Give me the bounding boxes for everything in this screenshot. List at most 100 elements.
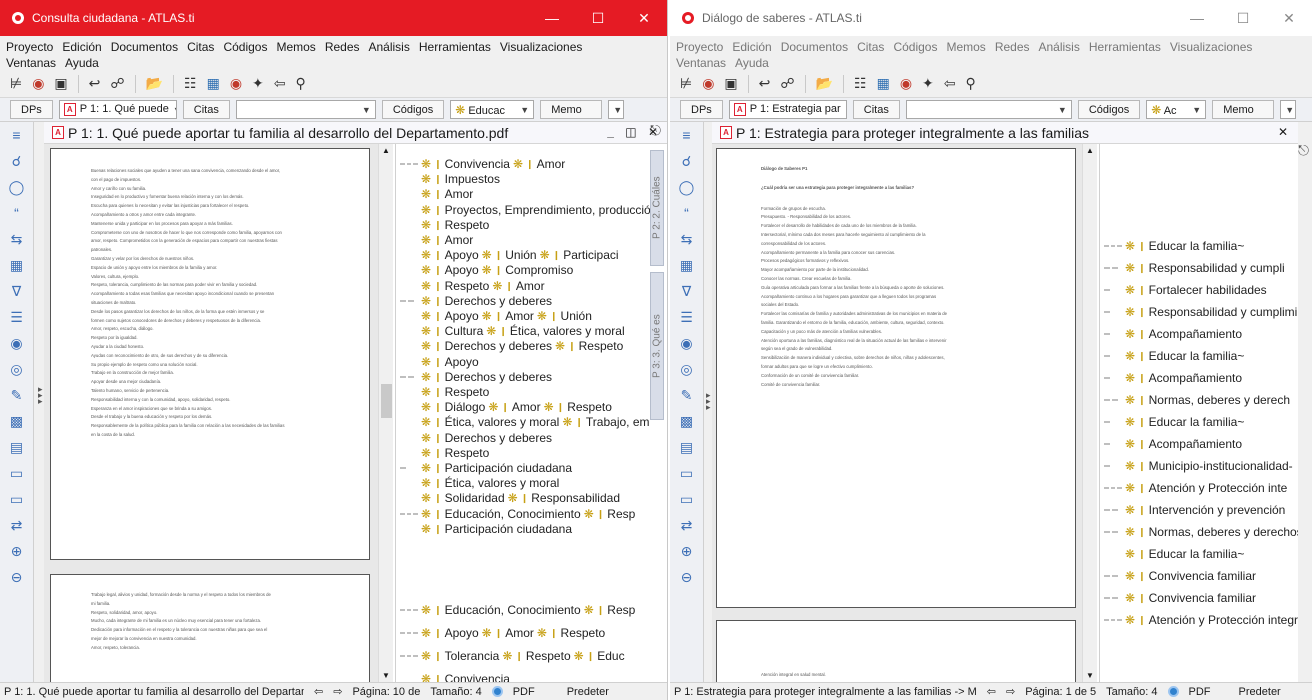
menu-analisis[interactable]: Análisis [1039,40,1080,54]
code-label[interactable]: Amor [537,158,566,170]
close-icon[interactable]: ✕ [1266,0,1312,36]
nav-back-icon[interactable]: ⇦ [987,685,996,698]
quote-icon[interactable]: “ [0,200,33,226]
document-selector[interactable]: AP 1: Estrategia par ▼ [728,100,847,119]
open-folder-icon[interactable]: 📂 [816,75,833,92]
title-bar[interactable]: Consulta ciudadana - ATLAS.ti — ☐ ✕ [0,0,667,36]
hierarchy-icon[interactable]: ▦ [670,252,703,278]
vertical-scrollbar[interactable]: ▲ ▼ [1082,144,1097,682]
code-label[interactable]: Apoyo [445,627,479,639]
link-icon[interactable]: ⇆ [0,226,33,252]
code-margin-row[interactable]: ❋ ❙ Derechos y deberes [400,432,552,444]
menu-proyecto[interactable]: Proyecto [676,40,723,54]
maximize-icon[interactable]: ☐ [1220,0,1266,36]
code-label[interactable]: Respeto [445,280,490,292]
maximize-icon[interactable]: ☐ [575,0,621,36]
zoom-in-icon[interactable]: ⊕ [0,538,33,564]
code-label[interactable]: Acompañamiento [1149,328,1242,340]
menu-analisis[interactable]: Análisis [369,40,410,54]
code-label[interactable]: Compromiso [505,264,573,276]
target-icon[interactable]: ◎ [0,356,33,382]
document-tab-p3[interactable]: P 3: 3. Qué es [650,272,664,420]
code-label[interactable]: Acompañamiento [1149,372,1242,384]
zoom-in-icon[interactable]: ⊕ [670,538,703,564]
filter-icon[interactable]: ∇ [670,278,703,304]
comment-icon[interactable]: ◯ [670,174,703,200]
dps-button[interactable]: DPs [10,100,53,119]
import-icon[interactable]: ↩ [759,75,771,92]
code-margin-row[interactable]: ❋ ❙ Intervención y prevención [1104,504,1285,516]
citas-button[interactable]: Citas [182,100,230,119]
code-list-icon[interactable]: ☰ [0,304,33,330]
pen-icon[interactable]: ✎ [0,382,33,408]
quotation-icon[interactable]: ≡ [0,122,33,148]
pin-icon[interactable]: ⎋ [1298,142,1309,159]
code-label[interactable]: Convivencia [445,673,510,682]
hierarchy-icon[interactable]: ▦ [0,252,33,278]
code-margin-row[interactable]: ❋ ❙ Ética, valores y moral ❋ ❙ Trabajo, em [400,416,650,428]
citas-button[interactable]: Citas [852,100,900,119]
export-icon[interactable]: ▭ [0,460,33,486]
code-label[interactable]: Unión [505,249,536,261]
save-icon[interactable]: ▣ [54,75,67,92]
code-margin-row[interactable]: ❋ ❙ Educar la familia~ [1104,350,1244,362]
title-bar[interactable]: Diálogo de saberes - ATLAS.ti — ☐ ✕ [670,0,1312,36]
search-icon[interactable]: ☌ [0,148,33,174]
code-margin-row[interactable]: ❋ ❙ Acompañamiento [1104,372,1242,384]
code-label[interactable]: Intervención y prevención [1149,504,1286,516]
margin-icon[interactable]: ▤ [0,434,33,460]
target-icon[interactable]: ◎ [670,356,703,382]
minimize-icon[interactable]: — [529,0,575,36]
code-margin-row[interactable]: ❋ ❙ Participación ciudadana [400,523,572,535]
cooccurrence-icon[interactable]: ▦ [877,75,890,92]
code-label[interactable]: Participaci [563,249,618,261]
code-selector[interactable]: ❋ Educac ▼ [450,100,535,119]
memo-button[interactable]: Memo [1212,100,1275,119]
code-label[interactable]: Ética, valores y moral [510,325,625,337]
code-label[interactable]: Amor [505,310,534,322]
code-label[interactable]: Derechos y deberes [445,340,552,352]
menu-documentos[interactable]: Documentos [781,40,848,54]
menu-citas[interactable]: Citas [857,40,884,54]
code-label[interactable]: Apoyo [445,249,479,261]
menu-memos[interactable]: Memos [276,40,315,54]
print-icon[interactable]: ▭ [0,486,33,512]
code-label[interactable]: Resp [607,604,635,616]
code-label[interactable]: Participación ciudadana [445,523,572,535]
code-margin-row[interactable]: ❋ ❙ Respeto [400,386,489,398]
query-tool-icon[interactable]: ☷ [184,75,197,92]
menu-edicion[interactable]: Edición [732,40,771,54]
menu-memos[interactable]: Memos [946,40,985,54]
menu-proyecto[interactable]: Proyecto [6,40,53,54]
import-icon[interactable]: ↩ [89,75,101,92]
query-tool-icon[interactable]: ☷ [854,75,867,92]
code-margin-row[interactable]: ❋ ❙ Tolerancia ❋ ❙ Respeto ❋ ❙ Educ [400,650,625,662]
menu-citas[interactable]: Citas [187,40,214,54]
scroll-thumb[interactable] [381,384,392,418]
code-label[interactable]: Apoyo [445,356,479,368]
code-label[interactable]: Resp [607,508,635,520]
code-margin-row[interactable]: ❋ ❙ Derechos y deberes [400,295,552,307]
scroll-down-icon[interactable]: ▼ [1086,671,1094,680]
code-margin-row[interactable]: ❋ ❙ Normas, deberes y derechos [1104,526,1298,538]
binoculars-icon[interactable]: ☍ [110,75,124,92]
code-margin-row[interactable]: ❋ ❙ Convivencia ❋ ❙ Amor [400,158,565,170]
code-label[interactable]: Participación ciudadana [445,462,572,474]
code-margin-row[interactable]: ❋ ❙ Apoyo ❋ ❙ Compromiso [400,264,573,276]
comment-icon[interactable]: ◉ [32,75,44,92]
code-margin-row[interactable]: ❋ ❙ Normas, deberes y derech [1104,394,1290,406]
wand-icon[interactable]: ✦ [922,75,934,92]
network-icon[interactable]: ◉ [900,75,912,92]
broom-icon[interactable]: ⚲ [296,75,306,92]
memo-button[interactable]: Memo [540,100,603,119]
code-label[interactable]: Respeto [579,340,624,352]
code-list-icon[interactable]: ☰ [670,304,703,330]
pdf-viewer[interactable]: Diálogo de Saberes P1 ¿Cuál podría ser u… [712,144,1082,682]
arrows-icon[interactable]: ⇄ [670,512,703,538]
link-icon[interactable]: ⇆ [670,226,703,252]
dps-button[interactable]: DPs [680,100,723,119]
code-label[interactable]: Apoyo [445,264,479,276]
code-margin-row[interactable]: ❋ ❙ Convivencia familiar [1104,570,1256,582]
code-label[interactable]: Ética, valores y moral [445,416,560,428]
code-label[interactable]: Respeto [445,219,490,231]
